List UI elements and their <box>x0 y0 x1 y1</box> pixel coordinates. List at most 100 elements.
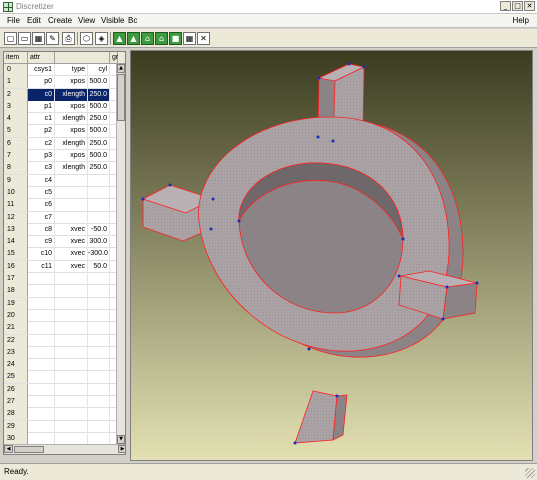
item-cell[interactable]: p1 <box>28 100 55 113</box>
table-row[interactable]: 0 csys1 type cyl <box>4 64 118 77</box>
row-number-cell[interactable]: 0 <box>4 64 28 76</box>
item-table[interactable]: item attr gr 0 csys1 type cyl 1 p0 xpos 500.0 2 c… <box>3 51 126 455</box>
value-cell[interactable] <box>88 322 110 335</box>
item-cell[interactable]: csys1 <box>28 64 55 76</box>
item-cell[interactable] <box>28 322 55 335</box>
scroll-thumb[interactable] <box>14 446 44 453</box>
table-row[interactable]: 14 c9 xvec 300.0 <box>4 236 118 249</box>
value-cell[interactable]: 500.0 <box>88 125 110 138</box>
value-cell[interactable] <box>88 346 110 359</box>
cross-button[interactable]: ✕ <box>197 32 210 45</box>
table-row[interactable]: 21 <box>4 322 118 335</box>
value-cell[interactable]: 500.0 <box>88 100 110 113</box>
attr-cell[interactable] <box>55 309 88 322</box>
header-cell[interactable]: attr <box>28 52 55 64</box>
menu-view[interactable]: View <box>78 16 95 25</box>
row-number-cell[interactable]: 22 <box>4 334 28 347</box>
row-number-cell[interactable]: 7 <box>4 150 28 163</box>
table-row[interactable]: 25 <box>4 371 118 384</box>
header-cell[interactable] <box>55 52 110 64</box>
open-button[interactable]: ▭ <box>18 32 31 45</box>
value-cell[interactable]: 250.0 <box>88 162 110 175</box>
table-row[interactable]: 5 p2 xpos 500.0 <box>4 125 118 138</box>
attr-cell[interactable]: xvec <box>55 260 88 273</box>
table-row[interactable]: 29 <box>4 420 118 433</box>
value-cell[interactable] <box>88 211 110 224</box>
item-cell[interactable] <box>28 371 55 384</box>
table-row[interactable]: 4 c1 xlength 250.0 <box>4 113 118 126</box>
item-cell[interactable] <box>28 334 55 347</box>
attr-cell[interactable]: xlength <box>55 88 88 101</box>
item-cell[interactable] <box>28 346 55 359</box>
attr-cell[interactable]: type <box>55 64 88 76</box>
table-row[interactable]: 27 <box>4 396 118 409</box>
item-cell[interactable] <box>28 396 55 409</box>
item-cell[interactable] <box>28 359 55 372</box>
item-cell[interactable] <box>28 408 55 421</box>
item-cell[interactable]: c3 <box>28 162 55 175</box>
attr-cell[interactable] <box>55 396 88 409</box>
minimize-button[interactable]: _ <box>500 1 511 11</box>
table-row[interactable]: 26 <box>4 383 118 397</box>
attr-cell[interactable] <box>55 383 88 396</box>
run-button[interactable]: ▲ <box>113 32 126 45</box>
edit-button[interactable]: ✎ <box>46 32 59 45</box>
home-button[interactable]: ⌂ <box>141 32 154 45</box>
row-number-cell[interactable]: 9 <box>4 174 28 187</box>
header-cell[interactable]: item <box>4 52 28 64</box>
item-cell[interactable] <box>28 383 55 396</box>
print-button[interactable]: ⎙ <box>62 32 75 45</box>
value-cell[interactable]: 50.0 <box>88 260 110 273</box>
value-cell[interactable]: 250.0 <box>88 137 110 150</box>
attr-cell[interactable] <box>55 174 88 187</box>
table-row[interactable]: 20 <box>4 309 118 323</box>
value-cell[interactable] <box>88 309 110 322</box>
viewport-canvas[interactable] <box>131 51 533 461</box>
stop-button[interactable]: ■ <box>169 32 182 45</box>
attr-cell[interactable]: xvec <box>55 248 88 261</box>
value-cell[interactable] <box>88 334 110 347</box>
header-cell[interactable]: gr <box>110 52 118 64</box>
attr-cell[interactable]: xpos <box>55 125 88 138</box>
value-cell[interactable] <box>88 420 110 433</box>
item-cell[interactable]: c5 <box>28 186 55 199</box>
attr-cell[interactable]: xlength <box>55 113 88 126</box>
attr-cell[interactable] <box>55 420 88 433</box>
table-row[interactable]: 24 <box>4 359 118 372</box>
value-cell[interactable]: 500.0 <box>88 76 110 89</box>
attr-cell[interactable] <box>55 408 88 421</box>
value-cell[interactable] <box>88 371 110 384</box>
attr-cell[interactable] <box>55 297 88 310</box>
item-cell[interactable]: c9 <box>28 236 55 249</box>
value-cell[interactable]: 250.0 <box>88 88 110 101</box>
table-row[interactable]: 11 c6 <box>4 199 118 212</box>
attr-cell[interactable] <box>55 273 88 286</box>
table-row[interactable]: 1 p0 xpos 500.0 <box>4 76 118 89</box>
table-row[interactable]: 7 p3 xpos 500.0 <box>4 150 118 163</box>
menu-file[interactable]: File <box>7 16 20 25</box>
value-cell[interactable]: -300.0 <box>88 248 110 261</box>
attr-cell[interactable] <box>55 285 88 298</box>
row-number-cell[interactable]: 1 <box>4 76 28 89</box>
value-cell[interactable] <box>88 285 110 298</box>
scroll-thumb[interactable] <box>117 74 125 121</box>
value-cell[interactable]: 500.0 <box>88 150 110 163</box>
value-cell[interactable] <box>88 273 110 286</box>
scroll-left-icon[interactable]: ◀ <box>4 445 13 453</box>
menu-bc[interactable]: Bc <box>128 16 137 25</box>
table-row[interactable]: 17 <box>4 273 118 286</box>
item-cell[interactable]: p0 <box>28 76 55 89</box>
value-cell[interactable] <box>88 174 110 187</box>
item-cell[interactable] <box>28 309 55 322</box>
table-row[interactable]: 16 c11 xvec 50.0 <box>4 260 118 274</box>
item-cell[interactable] <box>28 420 55 433</box>
row-number-cell[interactable]: 26 <box>4 383 28 396</box>
cube-button[interactable]: ◈ <box>95 32 108 45</box>
table-row[interactable]: 3 p1 xpos 500.0 <box>4 100 118 114</box>
menu-visible[interactable]: Visible <box>101 16 124 25</box>
attr-cell[interactable] <box>55 371 88 384</box>
menu-help[interactable]: Help <box>513 16 529 25</box>
attr-cell[interactable] <box>55 334 88 347</box>
row-number-cell[interactable]: 6 <box>4 137 28 150</box>
item-cell[interactable]: p3 <box>28 150 55 163</box>
